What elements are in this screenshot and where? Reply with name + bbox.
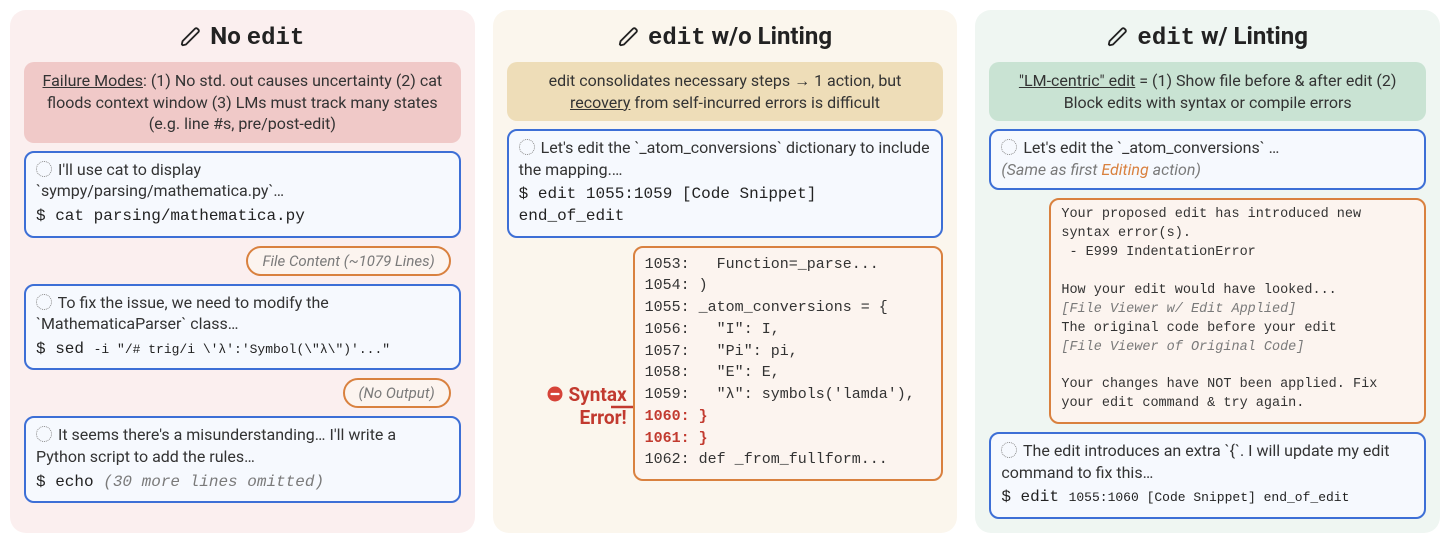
code-line: 1053: Function=_parse... [645, 256, 879, 273]
thought-content: It seems there's a misunderstanding… I'l… [36, 425, 396, 466]
title-text: w/ Linting [1195, 22, 1308, 50]
thought-icon [36, 426, 52, 442]
panel1-bubble1: I'll use cat to display `sympy/parsing/m… [24, 151, 461, 238]
lint-line: The original code before your edit [1061, 321, 1336, 336]
panel-no-edit: No edit Failure Modes: (1) No std. out c… [10, 10, 475, 533]
failure-modes-label: Failure Modes [43, 71, 143, 90]
lint-placeholder: [File Viewer w/ Edit Applied] [1061, 302, 1296, 317]
panel1-title: No edit [24, 22, 461, 52]
code-line-error: 1060: } [645, 408, 708, 425]
title-mono: edit [247, 25, 305, 52]
command: $ echo (30 more lines omitted) [36, 472, 449, 494]
pen-icon [180, 26, 202, 48]
panel3-lint-output: Your proposed edit has introduced new sy… [1049, 198, 1426, 424]
sub-under: recovery [570, 93, 630, 112]
lint-line: Your changes have NOT been applied. Fix … [1061, 377, 1385, 411]
title-text: No [210, 22, 246, 50]
lint-line: How your edit would have looked... [1061, 283, 1336, 298]
thought-content: I'll use cat to display `sympy/parsing/m… [36, 160, 284, 201]
code-line: 1055: _atom_conversions = { [645, 299, 888, 316]
code-line: 1062: def _from_fullform... [645, 451, 888, 468]
lint-text: Your proposed edit has introduced new sy… [1061, 206, 1414, 414]
thought-icon [519, 139, 535, 155]
command: $ edit 1055:1060 [Code Snippet] end_of_e… [1001, 487, 1414, 509]
note-pre: (Same as first [1001, 160, 1101, 179]
panel3-title: edit w/ Linting [989, 22, 1426, 52]
code-line: 1058: "E": E, [645, 364, 780, 381]
command: $ cat parsing/mathematica.py [36, 206, 449, 228]
figure-row: No edit Failure Modes: (1) No std. out c… [10, 10, 1440, 533]
thought-text: The edit introduces an extra `{`. I will… [1001, 440, 1414, 483]
title-mono: edit [1137, 25, 1195, 52]
cmd-args: -i "/# trig/i \'λ':'Symbol(\"λ\")'..." [94, 342, 390, 357]
panel2-code-output: 1053: Function=_parse... 1054: ) 1055: _… [633, 246, 944, 482]
thought-text: I'll use cat to display `sympy/parsing/m… [36, 159, 449, 202]
code-block: 1053: Function=_parse... 1054: ) 1055: _… [645, 254, 932, 472]
same-as-note: (Same as first Editing action) [1001, 159, 1414, 181]
command: $ edit 1055:1059 [Code Snippet] end_of_e… [519, 184, 932, 227]
panel3-bubble1: Let's edit the `_atom_conversions` … (Sa… [989, 129, 1426, 190]
stop-icon [546, 385, 564, 408]
sub-under: "LM-centric" edit [1019, 71, 1135, 90]
thought-text: It seems there's a misunderstanding… I'l… [36, 424, 449, 467]
cmd-args: 1055:1060 [Code Snippet] end_of_edit [1069, 490, 1350, 505]
panel3-subbox: "LM-centric" edit = (1) Show file before… [989, 62, 1426, 121]
code-line: 1056: "I": I, [645, 321, 780, 338]
cmd-prefix: $ echo [36, 473, 103, 491]
code-line: 1059: "λ": symbols('lamda'), [645, 386, 915, 403]
lint-line: - E999 IndentationError [1061, 245, 1255, 260]
thought-content: Let's edit the `_atom_conversions` dicti… [519, 138, 930, 179]
thought-content: Let's edit the `_atom_conversions` … [1023, 138, 1279, 157]
code-line: 1057: "Pi": pi, [645, 343, 798, 360]
code-line-error: 1061: } [645, 430, 708, 447]
sub-text: edit consolidates necessary steps → 1 ac… [549, 71, 902, 90]
thought-icon [1001, 139, 1017, 155]
thought-content: The edit introduces an extra `{`. I will… [1001, 441, 1389, 482]
panel1-subbox: Failure Modes: (1) No std. out causes un… [24, 62, 461, 143]
panel2-title: edit w/o Linting [507, 22, 944, 52]
thought-icon [1001, 442, 1017, 458]
no-output-pill: (No Output) [343, 378, 451, 408]
cmd-prefix: $ sed [36, 340, 94, 358]
thought-content: To fix the issue, we need to modify the … [36, 293, 329, 334]
panel-edit-no-lint: edit w/o Linting edit consolidates neces… [493, 10, 958, 533]
note-highlight: Editing [1101, 160, 1148, 179]
panel2-subbox: edit consolidates necessary steps → 1 ac… [507, 62, 944, 121]
file-content-pill: File Content (~1079 Lines) [246, 246, 450, 276]
pen-icon [618, 26, 640, 48]
command: $ sed -i "/# trig/i \'λ':'Symbol(\"λ\")'… [36, 339, 449, 361]
syntax-error-row: Syntax Error! 1053: Function=_parse... 1… [507, 246, 944, 482]
thought-text: Let's edit the `_atom_conversions` dicti… [519, 137, 932, 180]
lint-placeholder: [File Viewer of Original Code] [1061, 340, 1304, 355]
sub-tail: from self-incurred errors is difficult [630, 93, 880, 112]
pen-icon [1107, 26, 1129, 48]
panel-edit-with-lint: edit w/ Linting "LM-centric" edit = (1) … [975, 10, 1440, 533]
title-mono: edit [648, 25, 706, 52]
title-text: w/o Linting [706, 22, 832, 50]
thought-text: Let's edit the `_atom_conversions` … [1001, 137, 1414, 159]
panel3-bubble2: The edit introduces an extra `{`. I will… [989, 432, 1426, 519]
cmd-note: (30 more lines omitted) [103, 473, 324, 491]
lint-line: Your proposed edit has introduced new sy… [1061, 207, 1369, 241]
cmd-prefix: $ edit [1001, 488, 1068, 506]
panel1-bubble3: It seems there's a misunderstanding… I'l… [24, 416, 461, 503]
thought-icon [36, 294, 52, 310]
panel1-bubble2: To fix the issue, we need to modify the … [24, 284, 461, 371]
note-post: action) [1149, 160, 1201, 179]
code-line: 1054: ) [645, 277, 708, 294]
syntax-error-label: Syntax Error! [507, 246, 627, 482]
panel2-bubble1: Let's edit the `_atom_conversions` dicti… [507, 129, 944, 237]
thought-text: To fix the issue, we need to modify the … [36, 292, 449, 335]
thought-icon [36, 161, 52, 177]
